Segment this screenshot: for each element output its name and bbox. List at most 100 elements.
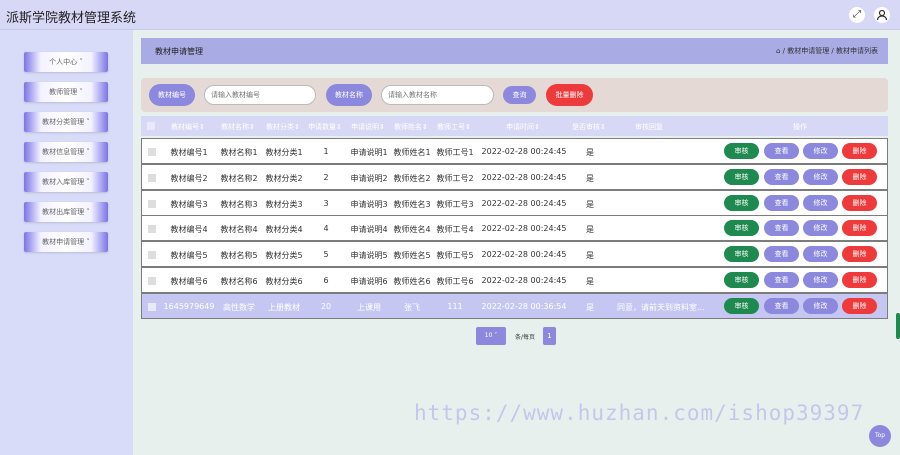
- cell-tno: 教师工号2: [436, 173, 474, 183]
- cell-qty: 1: [323, 147, 329, 156]
- row-checkbox[interactable]: [148, 251, 156, 260]
- audit-button[interactable]: 审核: [724, 246, 759, 263]
- scrollbar-thumb[interactable]: [896, 313, 900, 339]
- cell-qty: 3: [323, 198, 329, 208]
- col-name[interactable]: 教材名称⇕: [221, 122, 255, 132]
- table-row[interactable]: 教材编号1 教材名称1 教材分类1 1 申请说明1 教师姓名1 教师工号1 2022-02-2…: [141, 138, 888, 164]
- view-button[interactable]: 查看: [764, 272, 799, 288]
- name-search-input[interactable]: [381, 85, 494, 105]
- table-row[interactable]: 1645979649 高性数学 上册教材 20 上课用 张飞 111 2022-02-28 0…: [141, 292, 888, 319]
- table-row[interactable]: 教材编号3 教材名称3 教材分类3 3 申请说明3 教师姓名3 教师工号3 2022-02-2…: [141, 189, 888, 216]
- user-icon[interactable]: [874, 7, 890, 23]
- col-audited[interactable]: 是否审核⇕: [572, 122, 606, 132]
- cell-teacher: 张飞: [404, 302, 420, 312]
- cell-tno: 111: [447, 301, 463, 311]
- delete-button[interactable]: 删除: [842, 194, 877, 211]
- delete-button[interactable]: 删除: [842, 143, 877, 159]
- code-search-input[interactable]: [204, 85, 316, 105]
- main-content: 教材申请管理 ⌂ / 教材申请管理 / 教材申请列表 教材编号 教材名称 查询 …: [133, 30, 900, 455]
- edit-button[interactable]: 修改: [803, 220, 838, 237]
- edit-button[interactable]: 修改: [803, 194, 838, 211]
- top-bar: 派斯学院教材管理系统 ⤢: [0, 0, 900, 30]
- table-row[interactable]: 教材编号4 教材名称4 教材分类4 4 申请说明4 教师姓名4 教师工号4 2022-02-2…: [141, 215, 888, 242]
- edit-button[interactable]: 修改: [803, 143, 838, 159]
- row-checkbox[interactable]: [148, 148, 156, 156]
- cell-desc: 申请说明2: [350, 173, 388, 183]
- table-row[interactable]: 教材编号2 教材名称2 教材分类2 2 申请说明2 教师姓名2 教师工号2 2022-02-2…: [141, 163, 888, 190]
- cell-audited: 是: [586, 173, 594, 183]
- col-desc[interactable]: 申请说明⇕: [351, 122, 385, 132]
- audit-button[interactable]: 审核: [724, 168, 759, 185]
- delete-button[interactable]: 删除: [842, 168, 877, 185]
- cell-category: 教材分类3: [265, 199, 303, 209]
- sidebar-item-textbook-info[interactable]: 教材信息管理 ˅: [24, 142, 108, 162]
- view-button[interactable]: 查看: [764, 297, 799, 314]
- audit-button[interactable]: 审核: [724, 194, 759, 211]
- sidebar-item-categories[interactable]: 教材分类管理 ˅: [24, 112, 108, 132]
- cell-audited: 是: [586, 302, 594, 312]
- view-button[interactable]: 查看: [764, 220, 799, 237]
- query-button[interactable]: 查询: [503, 86, 536, 104]
- cell-teacher: 教师姓名4: [393, 225, 431, 235]
- col-code[interactable]: 教材编号⇕: [171, 122, 205, 132]
- row-checkbox[interactable]: [148, 225, 156, 234]
- batch-delete-button[interactable]: 批量删除: [546, 84, 593, 106]
- cell-name: 教材名称6: [220, 277, 258, 286]
- row-checkbox[interactable]: [148, 302, 156, 311]
- row-checkbox[interactable]: [148, 199, 156, 208]
- page-number-current[interactable]: 1: [543, 327, 556, 345]
- delete-button[interactable]: 删除: [842, 297, 877, 314]
- breadcrumb[interactable]: ⌂ / 教材申请管理 / 教材申请列表: [776, 46, 878, 56]
- col-qty[interactable]: 申请数量⇕: [308, 122, 342, 132]
- col-category[interactable]: 教材分类⇕: [266, 122, 300, 132]
- back-to-top-button[interactable]: Top: [869, 425, 891, 447]
- cell-desc: 申请说明1: [350, 148, 388, 157]
- sidebar-item-stock-in[interactable]: 教材入库管理 ˅: [24, 172, 108, 192]
- view-button[interactable]: 查看: [764, 194, 799, 211]
- sidebar-item-stock-out[interactable]: 教材出库管理 ˅: [24, 202, 108, 222]
- view-button[interactable]: 查看: [764, 246, 799, 263]
- cell-time: 2022-02-28 00:24:45: [481, 172, 567, 182]
- delete-button[interactable]: 删除: [842, 246, 877, 263]
- col-teacher[interactable]: 教师姓名⇕: [394, 122, 428, 132]
- per-page-label: 条/每页: [515, 334, 536, 341]
- col-time[interactable]: 申请时间⇕: [506, 122, 540, 132]
- delete-button[interactable]: 删除: [842, 272, 877, 288]
- cell-time: 2022-02-28 00:24:45: [481, 250, 567, 260]
- cell-time: 2022-02-28 00:24:45: [481, 276, 567, 285]
- row-checkbox[interactable]: [148, 277, 156, 285]
- sidebar-item-profile[interactable]: 个人中心 ˅: [24, 52, 108, 72]
- cell-category: 教材分类4: [265, 225, 303, 235]
- select-all-checkbox[interactable]: [147, 122, 155, 130]
- sidebar-item-teachers[interactable]: 教师管理 ˅: [24, 82, 108, 102]
- audit-button[interactable]: 审核: [724, 220, 759, 237]
- page-size-select[interactable]: 10 ˅: [476, 327, 506, 345]
- table-row[interactable]: 教材编号5 教材名称5 教材分类5 5 申请说明5 教师姓名5 教师工号5 2022-02-2…: [141, 241, 888, 268]
- cell-tno: 教师工号1: [436, 148, 474, 157]
- cell-teacher: 教师姓名5: [393, 251, 431, 261]
- cell-desc: 申请说明5: [350, 251, 388, 261]
- audit-button[interactable]: 审核: [724, 272, 759, 288]
- col-tno[interactable]: 教师工号⇕: [437, 122, 471, 132]
- edit-button[interactable]: 修改: [803, 272, 838, 288]
- cell-audited: 是: [586, 199, 594, 209]
- view-button[interactable]: 查看: [764, 168, 799, 185]
- sidebar-item-applications[interactable]: 教材申请管理 ˅: [24, 232, 108, 252]
- edit-button[interactable]: 修改: [803, 297, 838, 314]
- audit-button[interactable]: 审核: [724, 297, 759, 314]
- cell-code: 教材编号4: [170, 225, 208, 235]
- edit-button[interactable]: 修改: [803, 168, 838, 185]
- table-row[interactable]: 教材编号6 教材名称6 教材分类6 6 申请说明6 教师姓名6 教师工号6 2022-02-2…: [141, 267, 888, 293]
- cell-name: 教材名称3: [220, 199, 258, 209]
- cell-code: 教材编号5: [170, 251, 208, 261]
- view-button[interactable]: 查看: [764, 143, 799, 159]
- cell-category: 教材分类6: [265, 277, 303, 286]
- expand-icon[interactable]: ⤢: [849, 7, 865, 23]
- cell-code: 教材编号6: [170, 277, 208, 286]
- audit-button[interactable]: 审核: [724, 143, 759, 159]
- edit-button[interactable]: 修改: [803, 246, 838, 263]
- delete-button[interactable]: 删除: [842, 220, 877, 237]
- cell-name: 教材名称5: [220, 251, 258, 261]
- cell-audited: 是: [586, 225, 594, 235]
- row-checkbox[interactable]: [148, 173, 156, 182]
